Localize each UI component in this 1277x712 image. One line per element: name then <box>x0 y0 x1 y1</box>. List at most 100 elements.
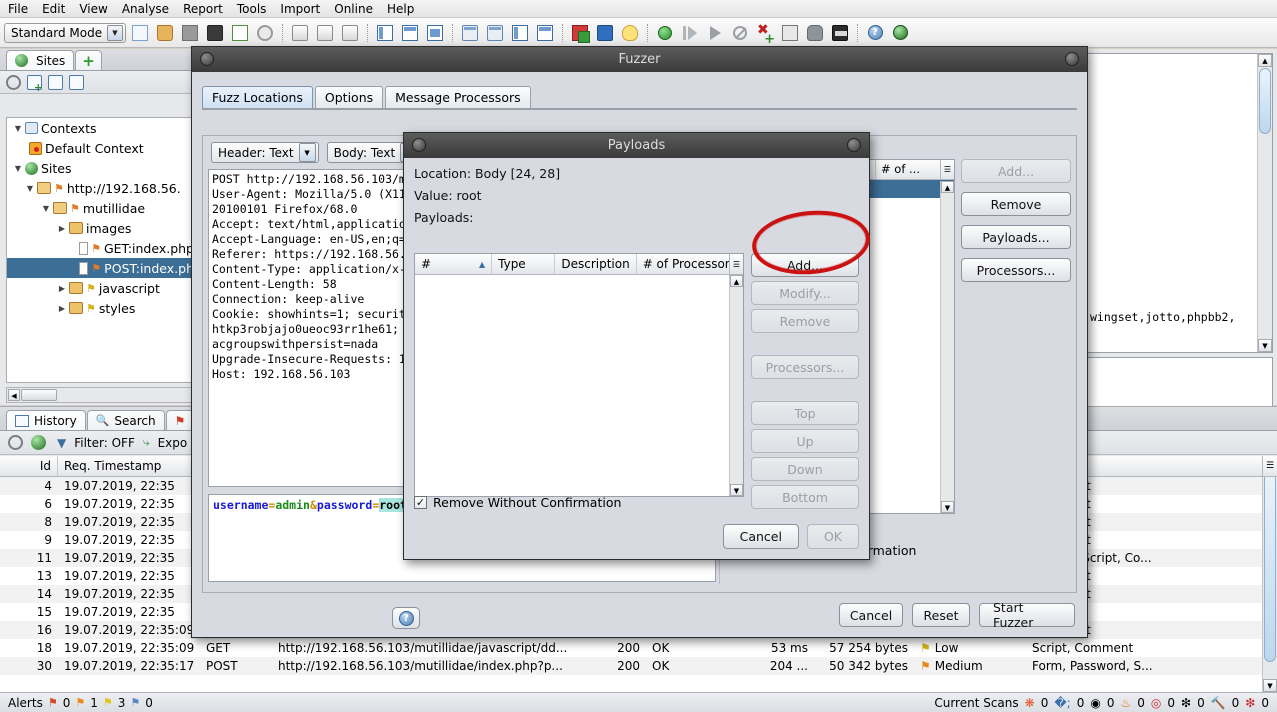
twisty-icon[interactable]: ▶ <box>55 284 69 293</box>
report-icon[interactable] <box>229 22 251 44</box>
target-icon[interactable] <box>8 435 23 450</box>
scan-policy-icon[interactable] <box>569 22 591 44</box>
payload-top-button[interactable]: Top <box>751 401 859 425</box>
red-spider-icon[interactable]: ❇ <box>1245 696 1255 710</box>
eye-icon[interactable]: ◉ <box>1090 696 1100 710</box>
tab-add[interactable]: + <box>75 50 102 70</box>
cassette-icon[interactable] <box>829 22 851 44</box>
snapshot-icon[interactable] <box>204 22 226 44</box>
mode-selector[interactable]: Standard Mode ▼ <box>4 23 126 43</box>
flag-icon-high[interactable]: ⚑ <box>48 696 58 709</box>
payload-modify-button[interactable]: Modify... <box>751 281 859 305</box>
fuzz-locations-vscrollbar[interactable]: ▲ ▼ <box>940 181 954 513</box>
filter-status-label[interactable]: Filter: OFF <box>74 436 135 450</box>
fuzzer-start-fuzzer-button[interactable]: Start Fuzzer <box>979 603 1075 627</box>
tree-node-sites[interactable]: ▼ Sites <box>7 158 194 178</box>
tree-node-javascript[interactable]: ▶ ⚑ javascript <box>7 278 194 298</box>
column-header-number[interactable]: # ▲ <box>415 254 492 274</box>
new-session-icon[interactable] <box>129 22 151 44</box>
chevron-down-icon[interactable]: ▼ <box>299 143 316 162</box>
globe-icon[interactable] <box>31 435 46 450</box>
payloads-table[interactable]: # ▲ Type Description # of Processors ▲ ▼… <box>414 253 744 497</box>
header-view-selector[interactable]: Header: Text ▼ <box>211 142 319 163</box>
flag-icon-medium[interactable]: ⚑ <box>75 696 85 709</box>
menu-item-tools[interactable]: Tools <box>237 2 267 16</box>
ajax-spider-icon[interactable]: ❇ <box>1181 696 1191 710</box>
payload-down-button[interactable]: Down <box>751 457 859 481</box>
scrollbar-thumb[interactable] <box>21 389 57 401</box>
target-icon[interactable] <box>6 75 21 90</box>
tree-node-contexts[interactable]: ▼ Contexts <box>7 118 194 138</box>
table-row[interactable]: 1819.07.2019, 22:35:09GEThttp://192.168.… <box>0 639 1277 657</box>
save-session-icon[interactable] <box>179 22 201 44</box>
menu-item-report[interactable]: Report <box>183 2 223 16</box>
shield-icon[interactable]: �; <box>1054 696 1070 710</box>
import-context-icon[interactable] <box>48 75 63 90</box>
fuzzer-reset-button[interactable]: Reset <box>912 603 970 627</box>
payloads-remove-without-confirmation-checkbox[interactable]: ✓ <box>414 496 427 509</box>
column-header-id[interactable]: Id <box>0 456 58 476</box>
manage-tags-icon[interactable] <box>339 22 361 44</box>
payloads-vscrollbar[interactable]: ▲ ▼ <box>729 275 743 496</box>
payloads-button[interactable]: Payloads... <box>961 225 1071 249</box>
fuzzer-cancel-button[interactable]: Cancel <box>839 603 903 627</box>
chevron-down-icon[interactable]: ▼ <box>107 25 123 41</box>
column-settings-icon[interactable]: ☰ <box>729 254 743 275</box>
new-context-icon[interactable] <box>27 75 42 90</box>
twisty-icon[interactable]: ▶ <box>55 304 69 313</box>
open-session-icon[interactable] <box>154 22 176 44</box>
sites-tree-hscrollbar[interactable]: ◀ <box>6 387 195 403</box>
scroll-up-icon[interactable]: ▲ <box>941 181 954 193</box>
expand-panel-icon[interactable] <box>459 22 481 44</box>
zap-icon[interactable] <box>889 22 911 44</box>
menu-item-import[interactable]: Import <box>280 2 320 16</box>
payload-add-button[interactable]: Add... <box>751 253 859 277</box>
menu-item-help[interactable]: Help <box>387 2 414 16</box>
scroll-left-icon[interactable]: ◀ <box>8 389 20 401</box>
tree-node-styles[interactable]: ▶ ⚑ styles <box>7 298 194 318</box>
tree-node-images[interactable]: ▶ images <box>7 218 194 238</box>
history-vscrollbar[interactable]: ▲ ▼ <box>1262 456 1277 692</box>
tree-node-host[interactable]: ▼ ⚑ http://192.168.56. <box>7 178 194 198</box>
scroll-up-icon[interactable]: ▲ <box>730 275 743 287</box>
twisty-icon[interactable]: ▼ <box>11 164 25 173</box>
column-header-description[interactable]: Description <box>555 254 636 274</box>
spider-icon[interactable] <box>594 22 616 44</box>
scroll-down-icon[interactable]: ▼ <box>1258 339 1272 352</box>
stop-icon[interactable] <box>729 22 751 44</box>
payloads-remove-without-confirmation-row[interactable]: ✓ Remove Without Confirmation <box>414 495 859 510</box>
step-icon[interactable] <box>679 22 701 44</box>
funnel-icon[interactable]: ▼ <box>57 436 66 450</box>
tree-node-default-context[interactable]: Default Context <box>7 138 194 158</box>
payload-remove-button[interactable]: Remove <box>751 309 859 333</box>
flag-icon-low[interactable]: ⚑ <box>103 696 113 709</box>
tree-node-post-index[interactable]: ⚑ POST:index.ph <box>7 258 194 278</box>
export-label[interactable]: Expo <box>158 436 188 450</box>
tab-fuzz-locations[interactable]: Fuzz Locations <box>202 86 313 108</box>
fuzzer-help-button[interactable]: ? <box>392 607 420 629</box>
target-icon[interactable]: ◎ <box>1151 696 1161 710</box>
break-icon[interactable] <box>779 22 801 44</box>
tab-search[interactable]: 🔍 Search <box>87 410 165 430</box>
column-settings-icon[interactable]: ☰ <box>940 160 954 180</box>
scrollbar-thumb[interactable] <box>1264 470 1276 662</box>
twisty-icon[interactable]: ▼ <box>11 124 25 133</box>
clear-break-icon[interactable] <box>754 22 776 44</box>
column-header-timestamp[interactable]: Req. Timestamp <box>58 456 200 476</box>
add-fuzz-location-button[interactable]: Add... <box>961 159 1071 183</box>
column-header-type[interactable]: Type <box>492 254 555 274</box>
payloads-ok-button[interactable]: OK <box>807 524 859 549</box>
menu-item-file[interactable]: File <box>8 2 28 16</box>
options-gear-icon[interactable] <box>254 22 276 44</box>
hammer-icon[interactable]: 🔨 <box>1211 696 1226 710</box>
menu-item-analyse[interactable]: Analyse <box>122 2 169 16</box>
bulb-icon[interactable] <box>619 22 641 44</box>
payloads-cancel-button[interactable]: Cancel <box>723 524 799 549</box>
payload-up-button[interactable]: Up <box>751 429 859 453</box>
tab-options[interactable]: Options <box>315 86 383 108</box>
processors-button[interactable]: Processors... <box>961 258 1071 282</box>
twisty-icon[interactable]: ▼ <box>23 184 37 193</box>
sites-tree[interactable]: ▼ Contexts Default Context ▼ Sites ▼ ⚑ h… <box>6 117 195 383</box>
layout-left-icon[interactable] <box>374 22 396 44</box>
twisty-icon[interactable]: ▶ <box>55 224 69 233</box>
